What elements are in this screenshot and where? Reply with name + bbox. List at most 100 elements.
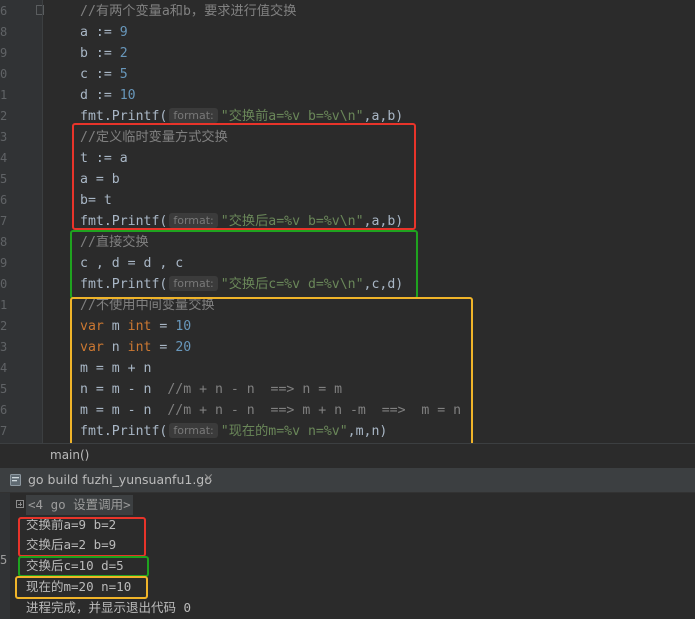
- code-line[interactable]: fmt.Printf(format: "交换后c=%v d=%v\n",c,d): [80, 274, 403, 295]
- console-output-line: 交换后a=2 b=9: [26, 537, 117, 552]
- line-number-gutter: 6 8 9 0 1 2 3 4 5 6 7 8 9 0 1 2 3 4 5 6 7: [0, 0, 44, 443]
- call-arguments: ,a,b): [363, 214, 404, 229]
- string-literal: "交换后c=%v d=%v\n": [220, 277, 364, 292]
- code-line[interactable]: //不使用中间变量交换: [80, 295, 215, 316]
- comment: //m + n - n ==> m + n -m ==> m = n: [167, 403, 462, 418]
- string-literal: "交换前a=%v b=%v\n": [220, 109, 364, 124]
- code-line[interactable]: //直接交换: [80, 232, 149, 253]
- code-line[interactable]: b= t: [80, 190, 112, 211]
- breadcrumb-item-main[interactable]: main(): [50, 448, 89, 462]
- line-number: 9: [0, 46, 8, 60]
- identifier: a: [80, 25, 88, 40]
- function-call: fmt.Printf(: [80, 214, 168, 229]
- call-arguments: ,c,d): [363, 277, 404, 292]
- type-name: int: [127, 340, 152, 355]
- line-number: 5: [0, 172, 8, 186]
- line-number: 4: [0, 361, 8, 375]
- folded-group-label[interactable]: <4 go 设置调用>: [26, 495, 133, 515]
- comment: //不使用中间变量交换: [80, 298, 215, 313]
- function-call: fmt.Printf(: [80, 109, 168, 124]
- expand-icon[interactable]: [16, 500, 24, 508]
- code-line[interactable]: m = m - n //m + n - n ==> m + n -m ==> m…: [80, 400, 461, 421]
- code-line[interactable]: a = b: [80, 169, 120, 190]
- operator: :=: [87, 25, 120, 40]
- code-line[interactable]: t := a: [80, 148, 128, 169]
- parameter-hint: format:: [169, 213, 218, 228]
- code-line[interactable]: var m int = 10: [80, 316, 191, 337]
- code-line[interactable]: m = m + n: [80, 358, 151, 379]
- identifier: n: [103, 340, 128, 355]
- line-number: 3: [0, 340, 8, 354]
- statement: t := a: [80, 151, 128, 166]
- code-line[interactable]: d := 10: [80, 85, 136, 106]
- operator: =: [151, 319, 176, 334]
- operator: =: [151, 340, 176, 355]
- console-side-marker: 5: [0, 553, 8, 567]
- line-number: 8: [0, 235, 8, 249]
- code-line[interactable]: a := 9: [80, 22, 128, 43]
- line-number: 7: [0, 214, 8, 228]
- number-literal: 20: [175, 340, 192, 355]
- comment: //有两个变量a和b，要求进行值交换: [80, 4, 297, 19]
- identifier: d: [80, 88, 88, 103]
- comment: //定义临时变量方式交换: [80, 130, 228, 145]
- run-tab-title[interactable]: go build fuzhi_yunsuanfu1.go: [28, 472, 212, 487]
- number-literal: 2: [119, 46, 128, 61]
- keyword: var: [80, 340, 104, 355]
- close-tab-icon[interactable]: ×: [203, 471, 214, 486]
- statement: b= t: [80, 193, 112, 208]
- breadcrumb[interactable]: main(): [0, 443, 695, 468]
- line-number: 4: [0, 151, 8, 165]
- code-editor[interactable]: 6 8 9 0 1 2 3 4 5 6 7 8 9 0 1 2 3 4 5 6 7 //有两个变量a和b，要求进行值交换…: [0, 0, 695, 443]
- operator: :=: [87, 46, 120, 61]
- line-number: 3: [0, 130, 8, 144]
- call-arguments: ,a,b): [363, 109, 404, 124]
- string-literal: "交换后a=%v b=%v\n": [220, 214, 364, 229]
- parameter-hint: format:: [169, 423, 218, 438]
- code-line[interactable]: fmt.Printf(format: "交换前a=%v b=%v\n",a,b): [80, 106, 403, 127]
- line-number: 5: [0, 382, 8, 396]
- parameter-hint: format:: [169, 276, 218, 291]
- line-number: 6: [0, 4, 8, 18]
- console-output-line: 交换前a=9 b=2: [26, 517, 117, 532]
- statement: m = m + n: [80, 361, 152, 376]
- code-line[interactable]: c , d = d , c: [80, 253, 183, 274]
- code-line[interactable]: c := 5: [80, 64, 128, 85]
- code-line[interactable]: fmt.Printf(format: "交换后a=%v b=%v\n",a,b): [80, 211, 403, 232]
- run-console[interactable]: 5 <4 go 设置调用> 交换前a=9 b=2 交换后a=2 b=9 交换后c…: [0, 493, 695, 619]
- function-call: fmt.Printf(: [80, 277, 168, 292]
- line-number: 0: [0, 277, 8, 291]
- console-output-line: 现在的m=20 n=10: [26, 579, 132, 594]
- operator: :=: [87, 88, 120, 103]
- console-group-line[interactable]: <4 go 设置调用>: [26, 495, 133, 515]
- number-literal: 10: [175, 319, 192, 334]
- call-arguments: ,m,n): [347, 424, 388, 439]
- code-line[interactable]: n = m - n //m + n - n ==> n = m: [80, 379, 342, 400]
- identifier: m: [103, 319, 128, 334]
- go-file-icon: [10, 474, 21, 486]
- function-call: fmt.Printf(: [80, 424, 168, 439]
- keyword: var: [80, 319, 104, 334]
- run-tab[interactable]: go build fuzhi_yunsuanfu1.go ×: [0, 468, 695, 493]
- identifier: c: [80, 67, 88, 82]
- console-output-line: 交换后c=10 d=5: [26, 558, 124, 573]
- line-number: 6: [0, 403, 8, 417]
- line-number: 1: [0, 88, 8, 102]
- code-line[interactable]: b := 2: [80, 43, 128, 64]
- console-exit-line: 进程完成，并显示退出代码 0: [26, 600, 192, 615]
- number-literal: 5: [119, 67, 128, 82]
- line-number: 0: [0, 67, 8, 81]
- code-line[interactable]: //有两个变量a和b，要求进行值交换: [80, 1, 296, 22]
- statement: c , d = d , c: [80, 256, 184, 271]
- parameter-hint: format:: [169, 108, 218, 123]
- comment: //m + n - n ==> n = m: [167, 382, 343, 397]
- statement: n = m - n: [80, 382, 168, 397]
- comment: //直接交换: [80, 235, 149, 250]
- code-line[interactable]: //定义临时变量方式交换: [80, 127, 228, 148]
- gutter-separator: [42, 0, 43, 443]
- statement: m = m - n: [80, 403, 168, 418]
- code-line[interactable]: fmt.Printf(format: "现在的m=%v n=%v",m,n): [80, 421, 387, 442]
- number-literal: 10: [119, 88, 136, 103]
- code-line[interactable]: var n int = 20: [80, 337, 191, 358]
- operator: :=: [87, 67, 120, 82]
